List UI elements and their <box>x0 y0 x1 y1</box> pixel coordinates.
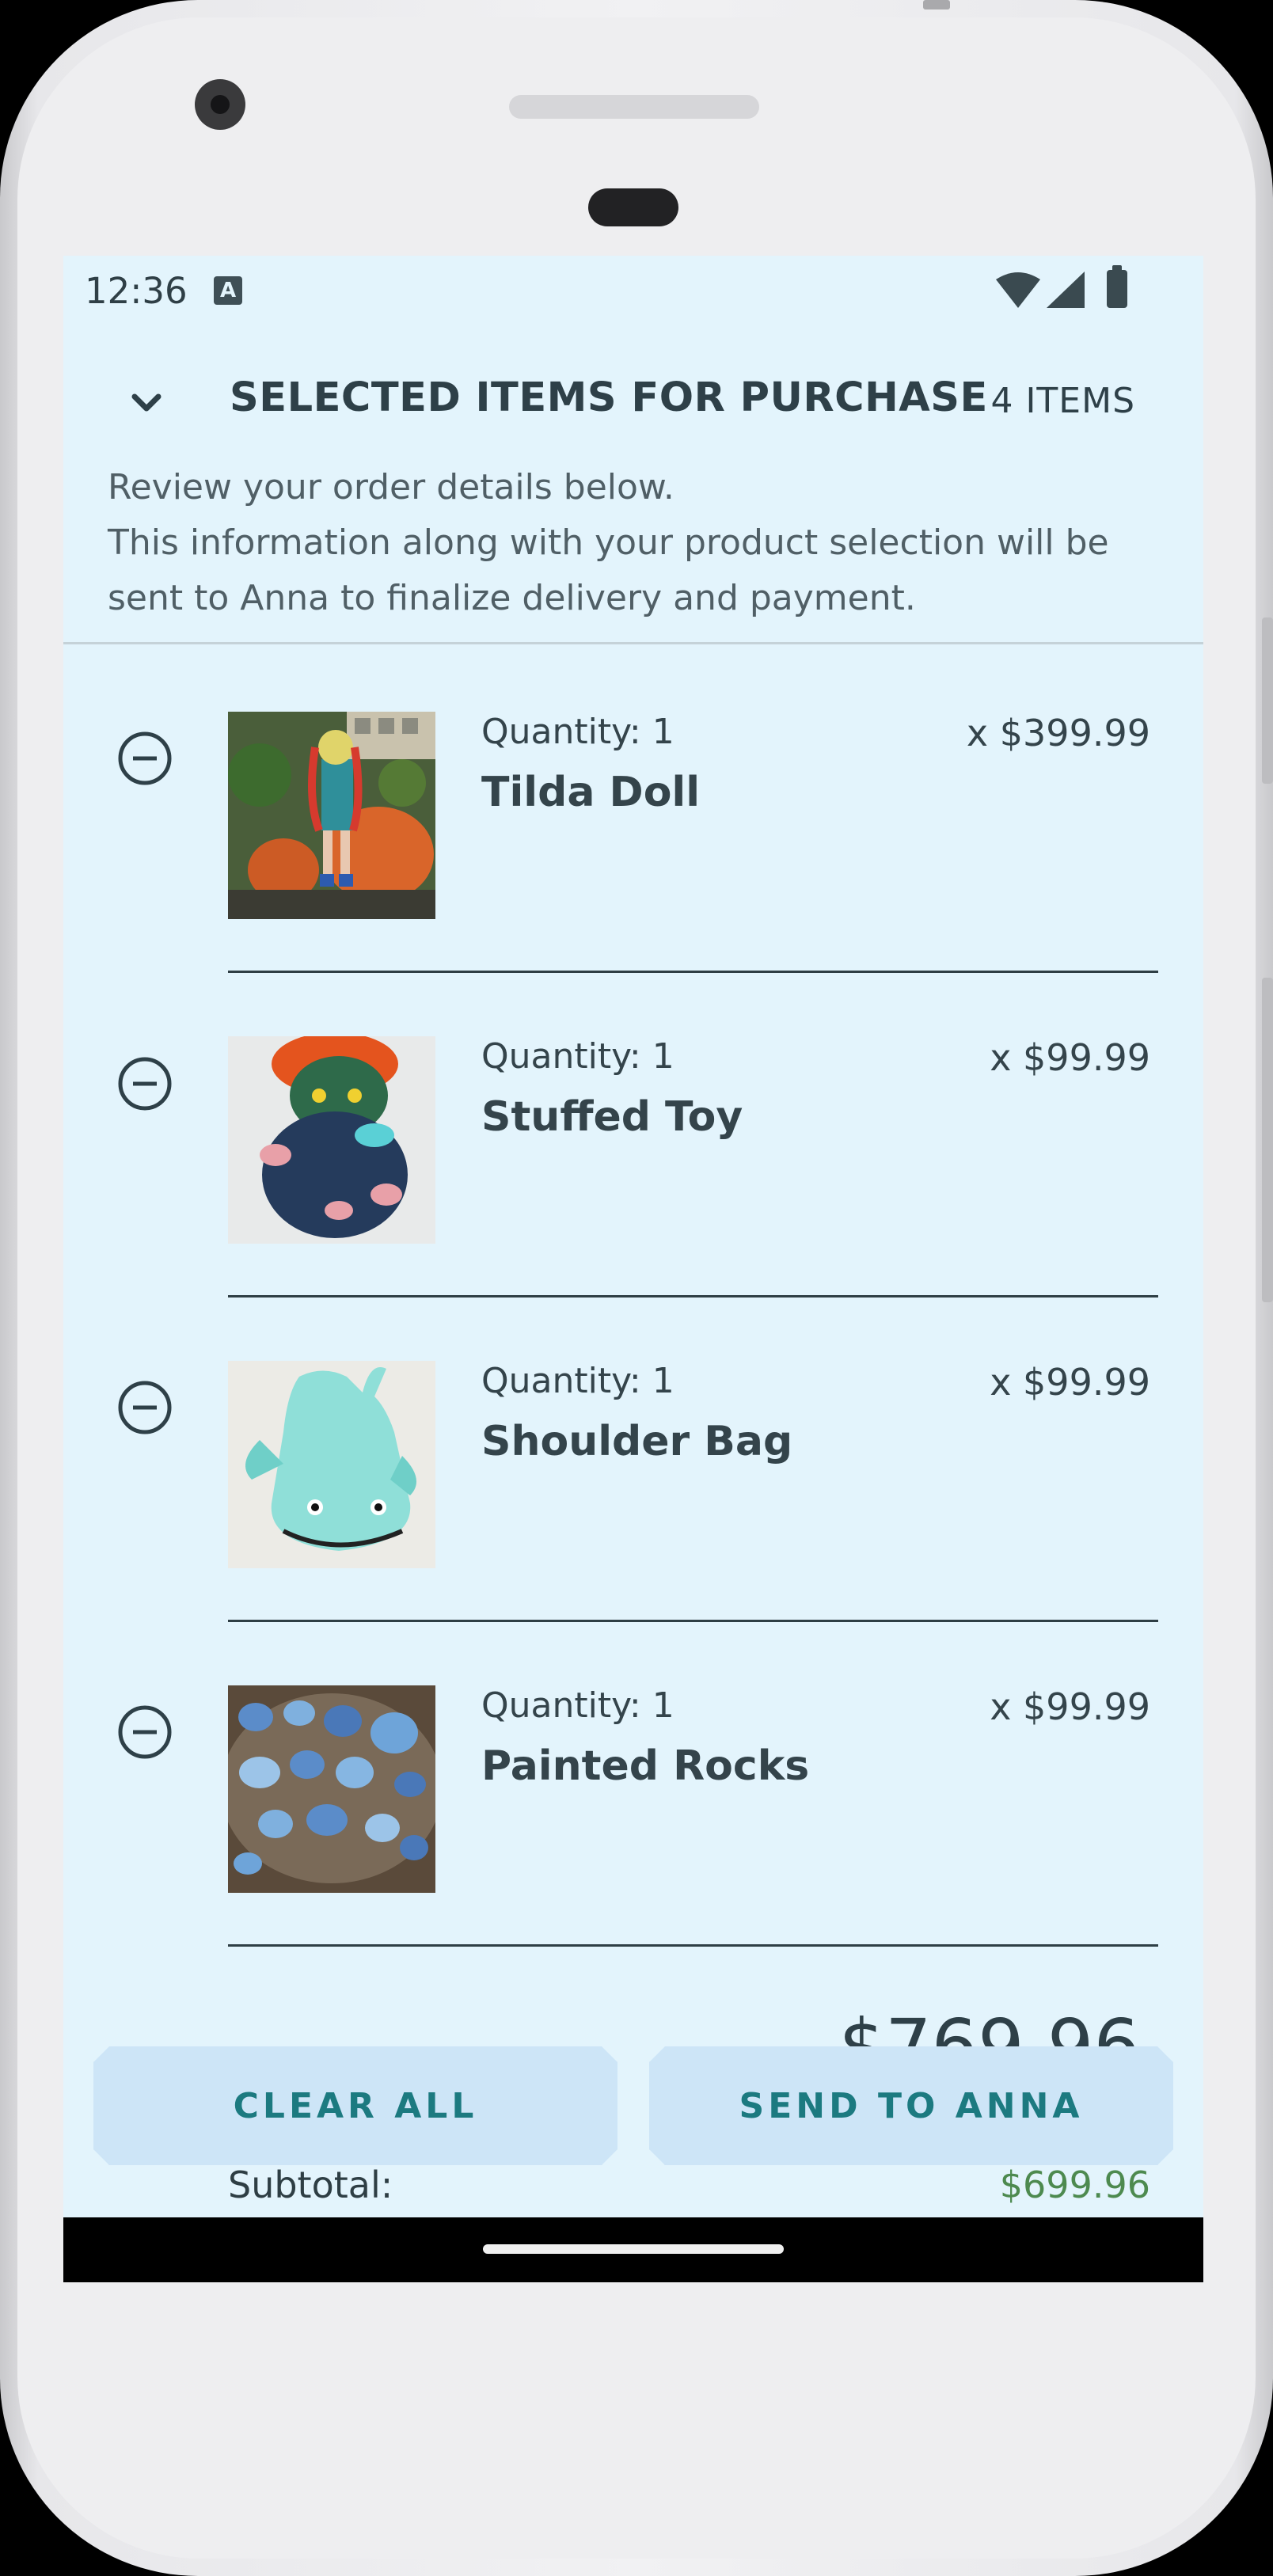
earpiece-speaker <box>509 95 759 119</box>
item-price: x $99.99 <box>990 1361 1150 1404</box>
subtotal-label: Subtotal: <box>228 2164 393 2206</box>
description-text: Review your order details below. This in… <box>108 467 1109 618</box>
clear-all-button[interactable]: CLEAR ALL <box>93 2046 618 2165</box>
item-quantity: Quantity: 1 <box>481 1361 674 1401</box>
top-button <box>923 0 950 9</box>
item-quantity: Quantity: 1 <box>481 1036 674 1077</box>
item-name: Painted Rocks <box>481 1742 810 1790</box>
item-name: Stuffed Toy <box>481 1093 743 1141</box>
status-bar: 12:36 A <box>63 256 1203 327</box>
item-quantity: Quantity: 1 <box>481 712 674 752</box>
proximity-sensor <box>588 188 678 226</box>
home-indicator[interactable] <box>483 2244 784 2254</box>
item-price: x $399.99 <box>966 712 1150 754</box>
collapse-chevron-icon[interactable] <box>119 382 174 422</box>
item-quantity: Quantity: 1 <box>481 1685 674 1726</box>
minus-circle-icon[interactable] <box>117 1056 173 1111</box>
minus-circle-icon[interactable] <box>117 1704 173 1760</box>
item-count: 4 ITEMS <box>990 381 1135 421</box>
item-image-tilda-doll <box>228 712 435 919</box>
cart-item: Quantity: 1 x $99.99 Stuffed Toy <box>63 967 1203 1297</box>
item-image-shoulder-bag <box>228 1361 435 1568</box>
item-name: Shoulder Bag <box>481 1418 793 1465</box>
order-description: Review your order details below. This in… <box>108 460 1168 626</box>
navigation-bar <box>63 2217 1203 2282</box>
wifi-icon <box>996 272 1040 308</box>
send-to-anna-button[interactable]: SEND TO ANNA <box>649 2046 1173 2165</box>
minus-circle-icon[interactable] <box>117 1380 173 1435</box>
phone-frame: 12:36 A SELECTED ITEMS FOR PURCHASE 4 IT… <box>0 0 1273 2576</box>
item-price: x $99.99 <box>990 1036 1150 1079</box>
signal-icon <box>1047 272 1085 308</box>
front-camera <box>195 79 245 130</box>
volume-button <box>1262 978 1273 1302</box>
side-button <box>1262 617 1273 784</box>
subtotal-value: $699.96 <box>999 2164 1150 2206</box>
page-title: SELECTED ITEMS FOR PURCHASE <box>230 374 988 421</box>
battery-icon <box>1107 265 1127 308</box>
cart-item: Quantity: 1 x $99.99 Painted Rocks <box>63 1616 1203 1947</box>
item-image-painted-rocks <box>228 1685 435 1893</box>
panel-header: SELECTED ITEMS FOR PURCHASE 4 ITEMS <box>63 351 1203 469</box>
app-screen: 12:36 A SELECTED ITEMS FOR PURCHASE 4 IT… <box>63 256 1203 2282</box>
notification-icon: A <box>214 276 242 305</box>
cart-item: Quantity: 1 x $399.99 Tilda Doll <box>63 642 1203 973</box>
item-divider <box>228 1944 1158 1947</box>
item-image-stuffed-toy <box>228 1036 435 1244</box>
status-time: 12:36 <box>85 270 188 312</box>
item-price: x $99.99 <box>990 1685 1150 1728</box>
minus-circle-icon[interactable] <box>117 731 173 786</box>
cart-item: Quantity: 1 x $99.99 Shoulder Bag <box>63 1291 1203 1622</box>
item-name: Tilda Doll <box>481 769 701 816</box>
